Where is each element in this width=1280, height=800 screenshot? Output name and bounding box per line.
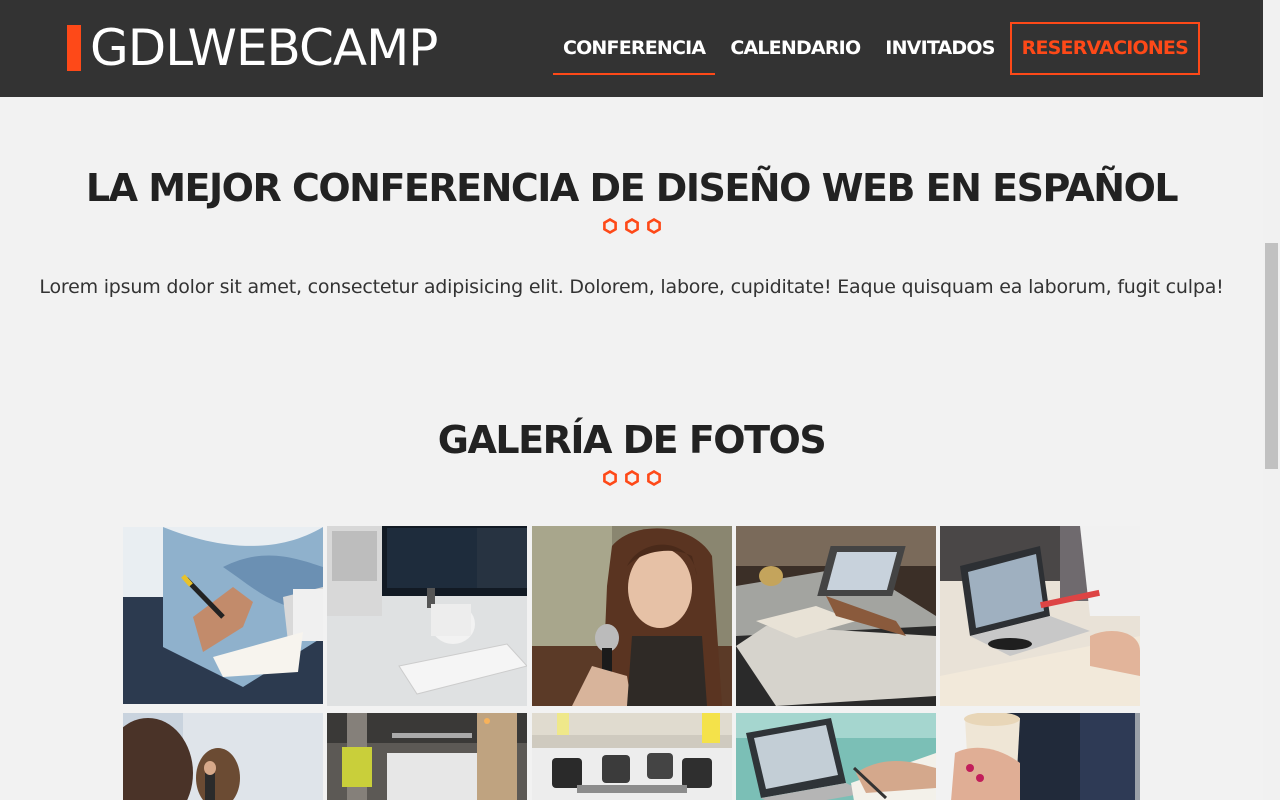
site-logo[interactable]: GDLWEBCAMP	[67, 19, 438, 77]
nav-link-conferencia[interactable]: CONFERENCIA	[552, 22, 716, 75]
page-scrollbar[interactable]	[1263, 0, 1280, 800]
scrollbar-thumb[interactable]	[1265, 243, 1278, 469]
main-nav: CONFERENCIA CALENDARIO INVITADOS RESERVA…	[548, 22, 1200, 75]
hexagon-divider	[0, 470, 1263, 490]
hexagon-divider	[0, 218, 1263, 238]
gallery-photo[interactable]	[736, 713, 936, 800]
nav-link-invitados[interactable]: INVITADOS	[875, 22, 1004, 75]
hexagon-icon	[602, 470, 617, 486]
logo-accent-bar	[67, 25, 81, 71]
hexagon-icon	[624, 470, 639, 486]
gallery-photo[interactable]	[532, 713, 732, 800]
logo-text: GDLWEBCAMP	[90, 19, 438, 77]
site-header: GDLWEBCAMP CONFERENCIA CALENDARIO INVITA…	[0, 0, 1263, 97]
hexagon-icon	[602, 218, 617, 234]
gallery-photo[interactable]	[940, 713, 1140, 800]
intro-title: LA MEJOR CONFERENCIA DE DISEÑO WEB EN ES…	[85, 166, 1179, 210]
gallery-photo[interactable]	[123, 713, 323, 800]
hexagon-icon	[646, 218, 661, 234]
gallery-photo[interactable]	[736, 526, 936, 706]
nav-link-calendario[interactable]: CALENDARIO	[720, 22, 870, 75]
gallery-photo[interactable]	[940, 526, 1140, 706]
nav-link-reservaciones[interactable]: RESERVACIONES	[1009, 22, 1200, 75]
gallery-photo[interactable]	[327, 713, 527, 800]
gallery-photo[interactable]	[327, 526, 527, 706]
hexagon-icon	[624, 218, 639, 234]
gallery-photo[interactable]	[532, 526, 732, 706]
hexagon-icon	[646, 470, 661, 486]
gallery-title: GALERÍA DE FOTOS	[437, 418, 827, 462]
gallery-photo[interactable]	[123, 527, 323, 704]
intro-text: Lorem ipsum dolor sit amet, consectetur …	[39, 276, 1224, 298]
